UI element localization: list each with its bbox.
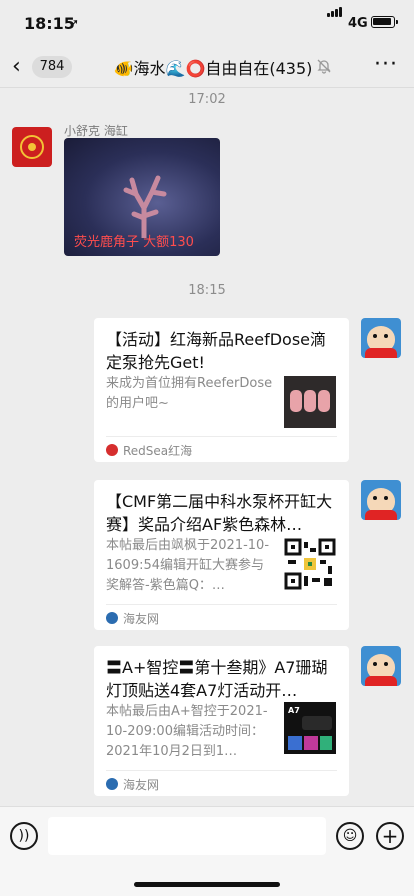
source-logo-icon — [106, 778, 118, 790]
avatar[interactable] — [12, 127, 52, 167]
card-title: 【活动】红海新品ReefDose滴定泵抢先Get! — [106, 330, 327, 372]
battery-icon — [371, 16, 398, 28]
card-thumbnail: A7 — [284, 702, 336, 754]
source-logo-icon — [106, 612, 118, 624]
card-description: 本帖最后由A+智控于2021-10-209:00编辑活动时间：2021年10月2… — [106, 704, 268, 759]
message-timestamp: 17:02 — [188, 92, 226, 107]
card-source: 海友网 — [123, 778, 160, 792]
emoji-icon[interactable]: ☺ — [336, 822, 364, 850]
avatar[interactable] — [361, 646, 401, 686]
message-timestamp: 18:15 — [188, 283, 226, 298]
more-dots-icon[interactable]: ··· — [374, 52, 398, 77]
image-caption: 荧光鹿角子 大额130 — [74, 235, 194, 250]
card-thumbnail — [284, 376, 336, 428]
home-indicator — [134, 882, 280, 887]
card-title: 〓A+智控〓第十叁期》A7珊瑚灯顶贴送4套A7灯活动开… — [106, 658, 328, 700]
avatar[interactable] — [361, 318, 401, 358]
status-time: 18:15 — [24, 14, 75, 33]
muted-bell-icon — [317, 59, 331, 74]
voice-input-icon[interactable]: )) — [10, 822, 38, 850]
message-input[interactable] — [48, 817, 326, 855]
chevron-left-icon[interactable]: ‹ — [12, 54, 21, 79]
card-description: 本帖最后由飒枫于2021-10-1609:54编辑开缸大赛参与奖解答-紫色篇Q：… — [106, 538, 270, 593]
link-card[interactable]: 【活动】红海新品ReefDose滴定泵抢先Get! 来成为首位拥有ReeferD… — [94, 318, 349, 462]
avatar[interactable] — [361, 480, 401, 520]
card-description: 来成为首位拥有ReeferDose的用户吧~ — [106, 376, 273, 411]
plus-icon[interactable]: + — [376, 822, 404, 850]
qr-code-thumbnail — [284, 538, 336, 590]
chat-title: 🐠海水🌊⭕自由自在(435) — [113, 59, 313, 78]
network-type: 4G — [348, 16, 368, 31]
coral-photo-graphic — [123, 175, 167, 238]
card-source: RedSea红海 — [123, 444, 193, 458]
unread-count-badge[interactable]: 784 — [32, 56, 72, 78]
link-card[interactable]: 〓A+智控〓第十叁期》A7珊瑚灯顶贴送4套A7灯活动开… 本帖最后由A+智控于2… — [94, 646, 349, 796]
chat-header: ‹ 784 🐠海水🌊⭕自由自在(435) ··· — [0, 48, 414, 88]
sender-name: 小舒克 海缸 — [64, 124, 128, 138]
link-card[interactable]: 【CMF第二届中科水泵杯开缸大赛】奖品介绍AF紫色森林… 本帖最后由飒枫于202… — [94, 480, 349, 630]
image-message[interactable]: 荧光鹿角子 大额130 — [64, 138, 220, 256]
card-title: 【CMF第二届中科水泵杯开缸大赛】奖品介绍AF紫色森林… — [106, 492, 333, 534]
location-arrow-icon: ➚ — [69, 16, 80, 30]
status-bar: 18:15 ➚ 4G — [0, 0, 414, 48]
card-source: 海友网 — [123, 612, 160, 626]
source-logo-icon — [106, 444, 118, 456]
